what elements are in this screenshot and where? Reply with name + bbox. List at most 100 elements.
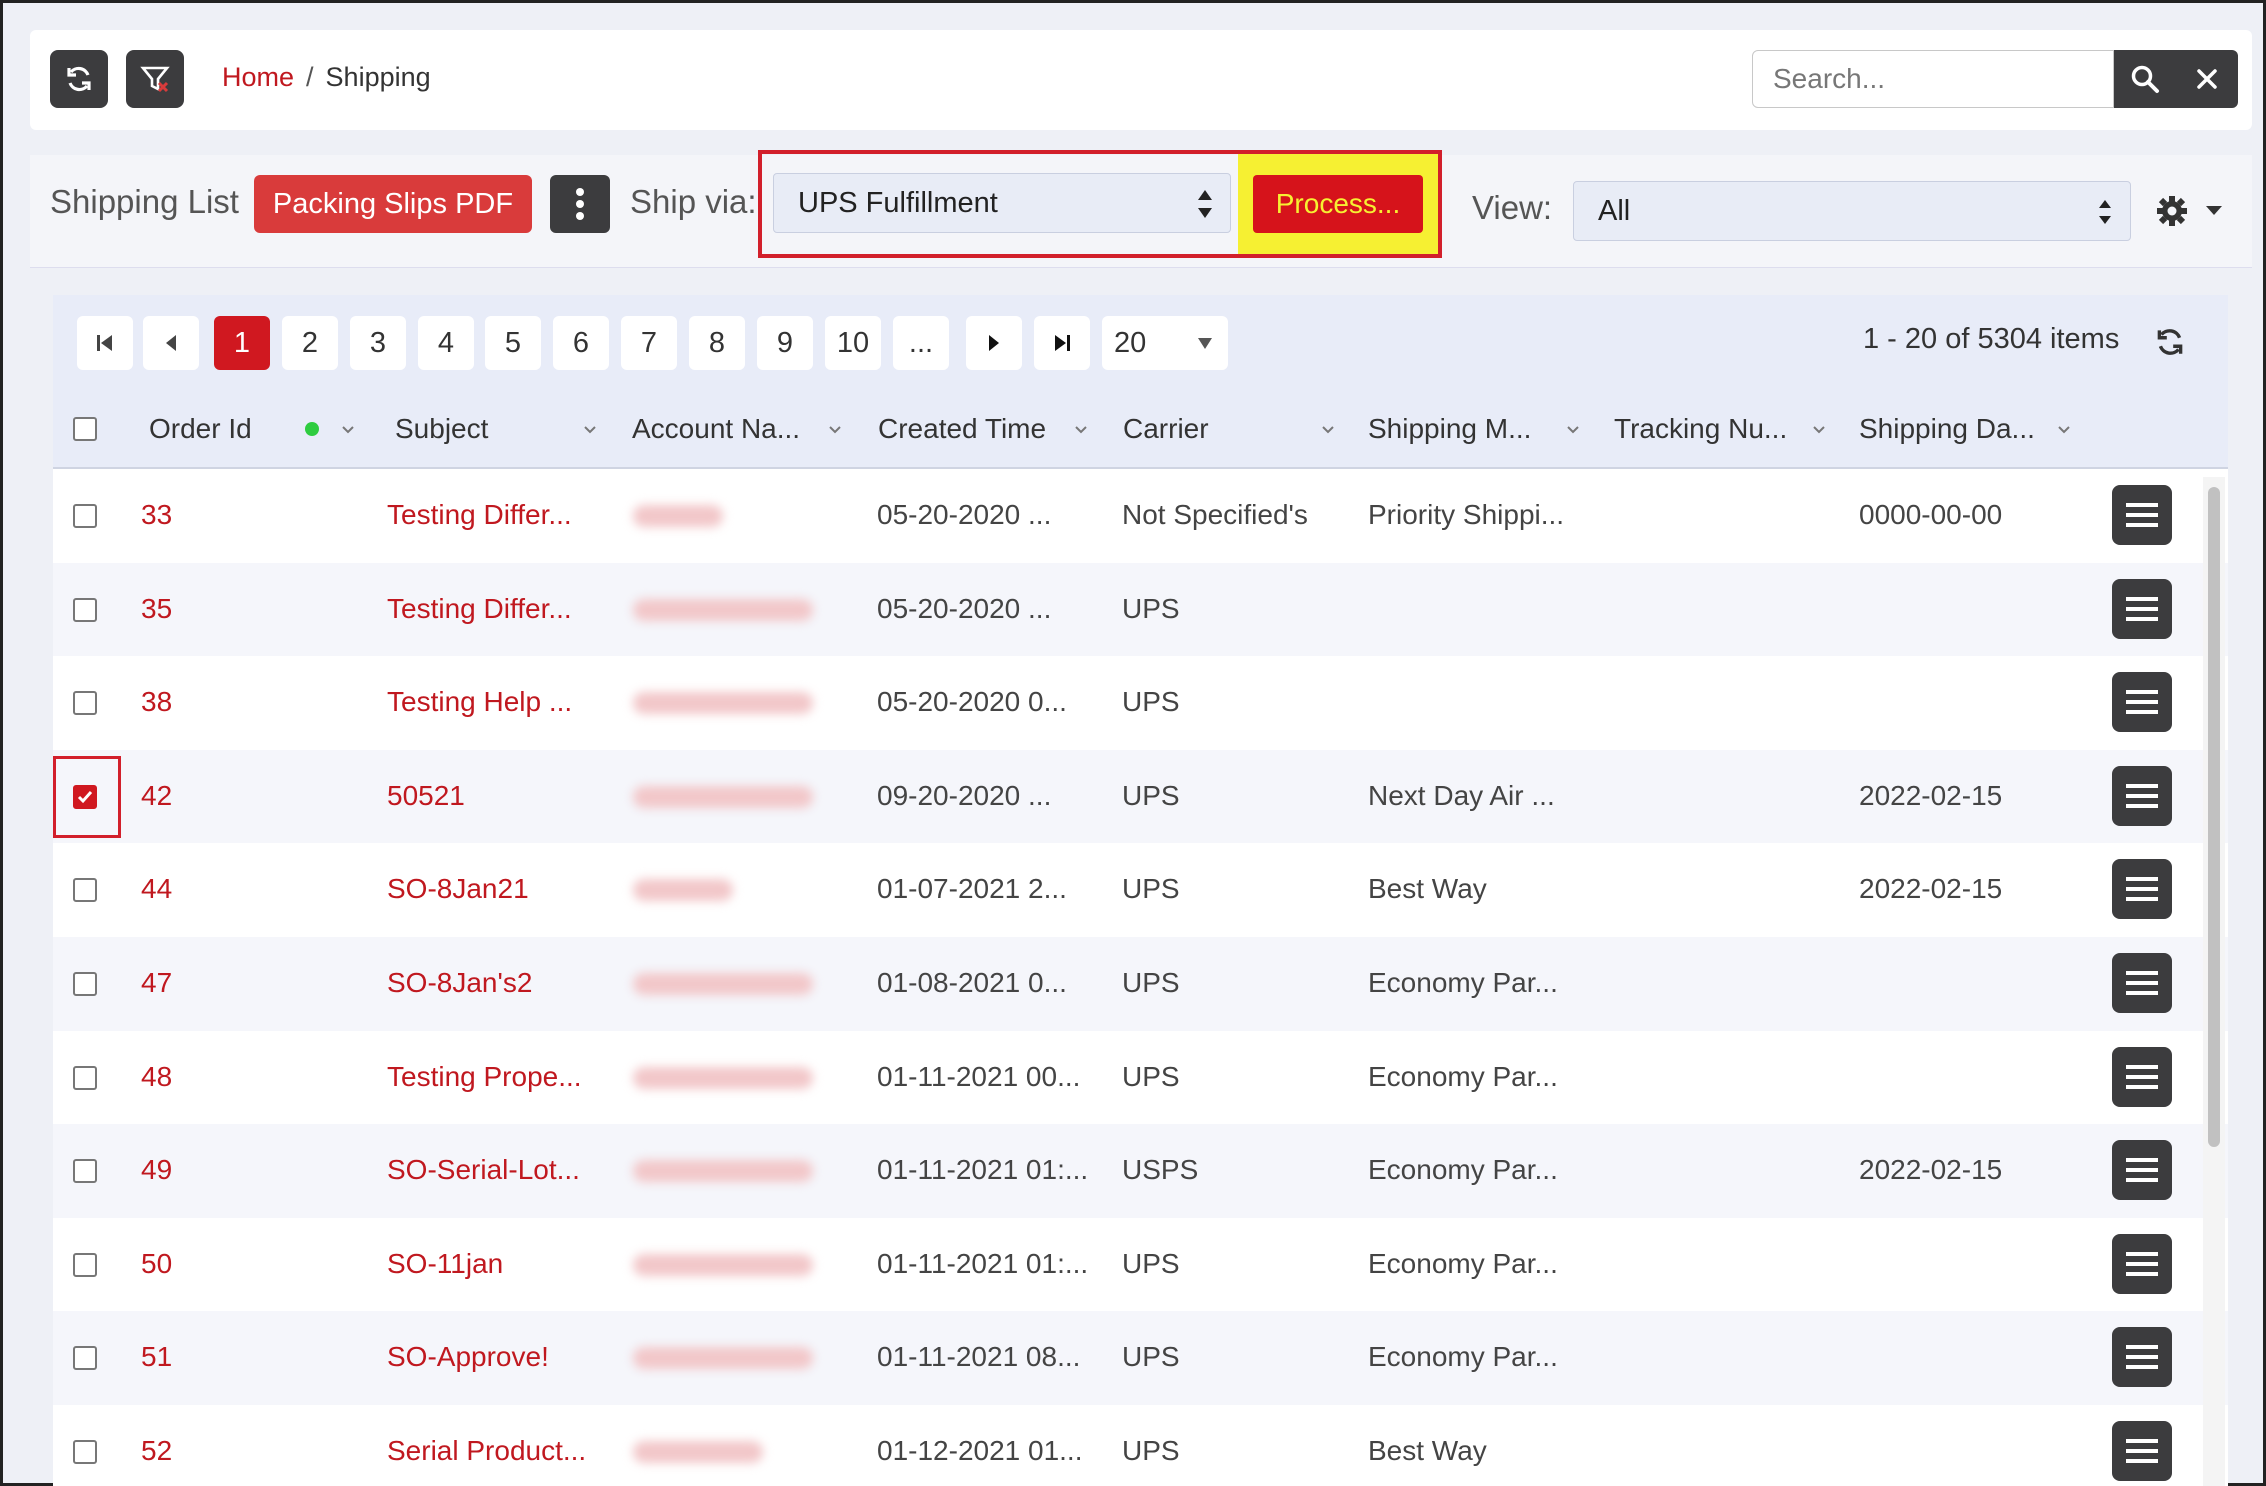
column-header-shipping-method[interactable]: Shipping M... [1368,413,1531,445]
row-checkbox[interactable] [73,972,97,996]
column-header-created-time[interactable]: Created Time [878,413,1046,445]
column-menu-chevron-icon[interactable] [828,423,842,437]
table-row[interactable]: 35 Testing Differ... 05-20-2020 ... UPS [53,562,2228,657]
settings-menu-button[interactable] [2154,193,2190,234]
page-button-2[interactable]: 2 [282,316,338,370]
table-row[interactable]: 51 SO-Approve! 01-11-2021 08... UPS Economy … [53,1311,2228,1405]
subject-link[interactable]: SO-8Jan21 [387,873,529,905]
table-row[interactable]: 48 Testing Prope... 01-11-2021 00... UPS Eco… [53,1031,2228,1125]
row-checkbox[interactable] [73,691,97,716]
order-id-link[interactable]: 38 [141,686,172,718]
subject-link[interactable]: SO-8Jan's2 [387,967,532,999]
subject-link[interactable]: Serial Product... [387,1435,586,1467]
row-checkbox[interactable] [73,1252,97,1277]
order-id-link[interactable]: 50 [141,1248,172,1280]
row-checkbox[interactable] [73,597,97,622]
next-page-button[interactable] [966,316,1022,370]
column-header-account-name[interactable]: Account Na... [632,413,800,445]
page-ellipsis-button[interactable]: ... [893,316,949,370]
order-id-link[interactable]: 51 [141,1341,172,1373]
order-id-link[interactable]: 42 [141,780,172,812]
page-button-5[interactable]: 5 [485,316,541,370]
pager-refresh-button[interactable] [2153,325,2187,364]
column-menu-chevron-icon[interactable] [1321,423,1335,437]
select-all-checkbox[interactable] [73,417,97,441]
row-actions-button[interactable] [2112,578,2172,639]
clear-filter-button[interactable] [126,50,184,108]
last-page-button[interactable] [1034,316,1090,370]
page-button-3[interactable]: 3 [350,316,406,370]
table-row[interactable]: 50 SO-11jan 01-11-2021 01:... UPS Economy Pa… [53,1218,2228,1312]
subject-link[interactable]: 50521 [387,780,465,812]
subject-link[interactable]: SO-11jan [387,1248,503,1280]
table-row[interactable]: 33 Testing Differ... 05-20-2020 ... Not Spe… [53,469,2228,563]
subject-link[interactable]: Testing Differ... [387,499,572,531]
subject-link[interactable]: Testing Differ... [387,593,572,625]
column-menu-chevron-icon[interactable] [2057,423,2071,437]
search-button[interactable] [2114,50,2176,108]
search-input[interactable] [1752,50,2114,108]
refresh-button[interactable] [50,50,108,108]
subject-link[interactable]: Testing Prope... [387,1061,582,1093]
row-checkbox[interactable] [73,1065,97,1090]
breadcrumb-home-link[interactable]: Home [222,62,294,93]
prev-page-button[interactable] [143,316,199,370]
order-id-link[interactable]: 52 [141,1435,172,1467]
scrollbar-thumb[interactable] [2208,487,2220,1147]
page-button-4[interactable]: 4 [418,316,474,370]
row-actions-button[interactable] [2112,1233,2172,1294]
view-select[interactable]: All [1573,181,2131,241]
order-id-link[interactable]: 49 [141,1154,172,1186]
page-button-1[interactable]: 1 [214,316,270,370]
subject-link[interactable]: SO-Serial-Lot... [387,1154,580,1186]
row-actions-button[interactable] [2112,765,2172,826]
row-checkbox[interactable] [73,1346,97,1371]
page-button-7[interactable]: 7 [621,316,677,370]
column-menu-chevron-icon[interactable] [1812,423,1826,437]
table-row[interactable]: 47 SO-8Jan's2 01-08-2021 0... UPS Economy Pa… [53,937,2228,1031]
row-checkbox[interactable] [73,504,97,528]
table-row[interactable]: 38 Testing Help ... 05-20-2020 0... UPS [53,656,2228,750]
column-header-subject[interactable]: Subject [395,413,488,445]
packing-slips-pdf-button[interactable]: Packing Slips PDF [254,175,532,233]
vertical-scrollbar[interactable] [2203,477,2225,1486]
row-actions-button[interactable] [2112,1046,2172,1107]
first-page-button[interactable] [77,316,133,370]
column-menu-chevron-icon[interactable] [1566,423,1580,437]
clear-search-button[interactable] [2176,50,2238,108]
row-actions-button[interactable] [2112,1140,2172,1201]
row-actions-button[interactable] [2112,1327,2172,1388]
column-header-tracking-number[interactable]: Tracking Nu... [1614,413,1787,445]
row-actions-button[interactable] [2112,485,2172,545]
row-actions-button[interactable] [2112,672,2172,733]
table-row[interactable]: 44 SO-8Jan21 01-07-2021 2... UPS Best Way 202… [53,843,2228,937]
order-id-link[interactable]: 48 [141,1061,172,1093]
page-size-select[interactable]: 20 [1102,316,1228,370]
table-row[interactable]: 42 50521 09-20-2020 ... UPS Next Day Air ...… [53,749,2228,844]
more-actions-button[interactable] [550,175,610,233]
order-id-link[interactable]: 47 [141,967,172,999]
page-button-8[interactable]: 8 [689,316,745,370]
row-actions-button[interactable] [2112,1421,2172,1481]
column-header-order-id[interactable]: Order Id [149,413,252,445]
column-header-carrier[interactable]: Carrier [1123,413,1209,445]
row-actions-button[interactable] [2112,859,2172,920]
table-row[interactable]: 52 Serial Product... 01-12-2021 01... UPS Be… [53,1405,2228,1486]
settings-caret-icon[interactable] [2206,206,2222,215]
order-id-link[interactable]: 35 [141,593,172,625]
order-id-link[interactable]: 44 [141,873,172,905]
column-menu-chevron-icon[interactable] [1074,423,1088,437]
order-id-link[interactable]: 33 [141,499,172,531]
row-checkbox[interactable] [73,1440,97,1464]
subject-link[interactable]: Testing Help ... [387,686,572,718]
row-checkbox[interactable] [73,878,97,903]
page-button-6[interactable]: 6 [553,316,609,370]
page-button-9[interactable]: 9 [757,316,813,370]
page-button-10[interactable]: 10 [825,316,881,370]
table-row[interactable]: 49 SO-Serial-Lot... 01-11-2021 01:... USPS E… [53,1124,2228,1218]
column-header-shipping-date[interactable]: Shipping Da... [1859,413,2035,445]
subject-link[interactable]: SO-Approve! [387,1341,549,1373]
row-checkbox[interactable] [73,1159,97,1184]
column-menu-chevron-icon[interactable] [583,423,597,437]
column-menu-chevron-icon[interactable] [341,423,355,437]
